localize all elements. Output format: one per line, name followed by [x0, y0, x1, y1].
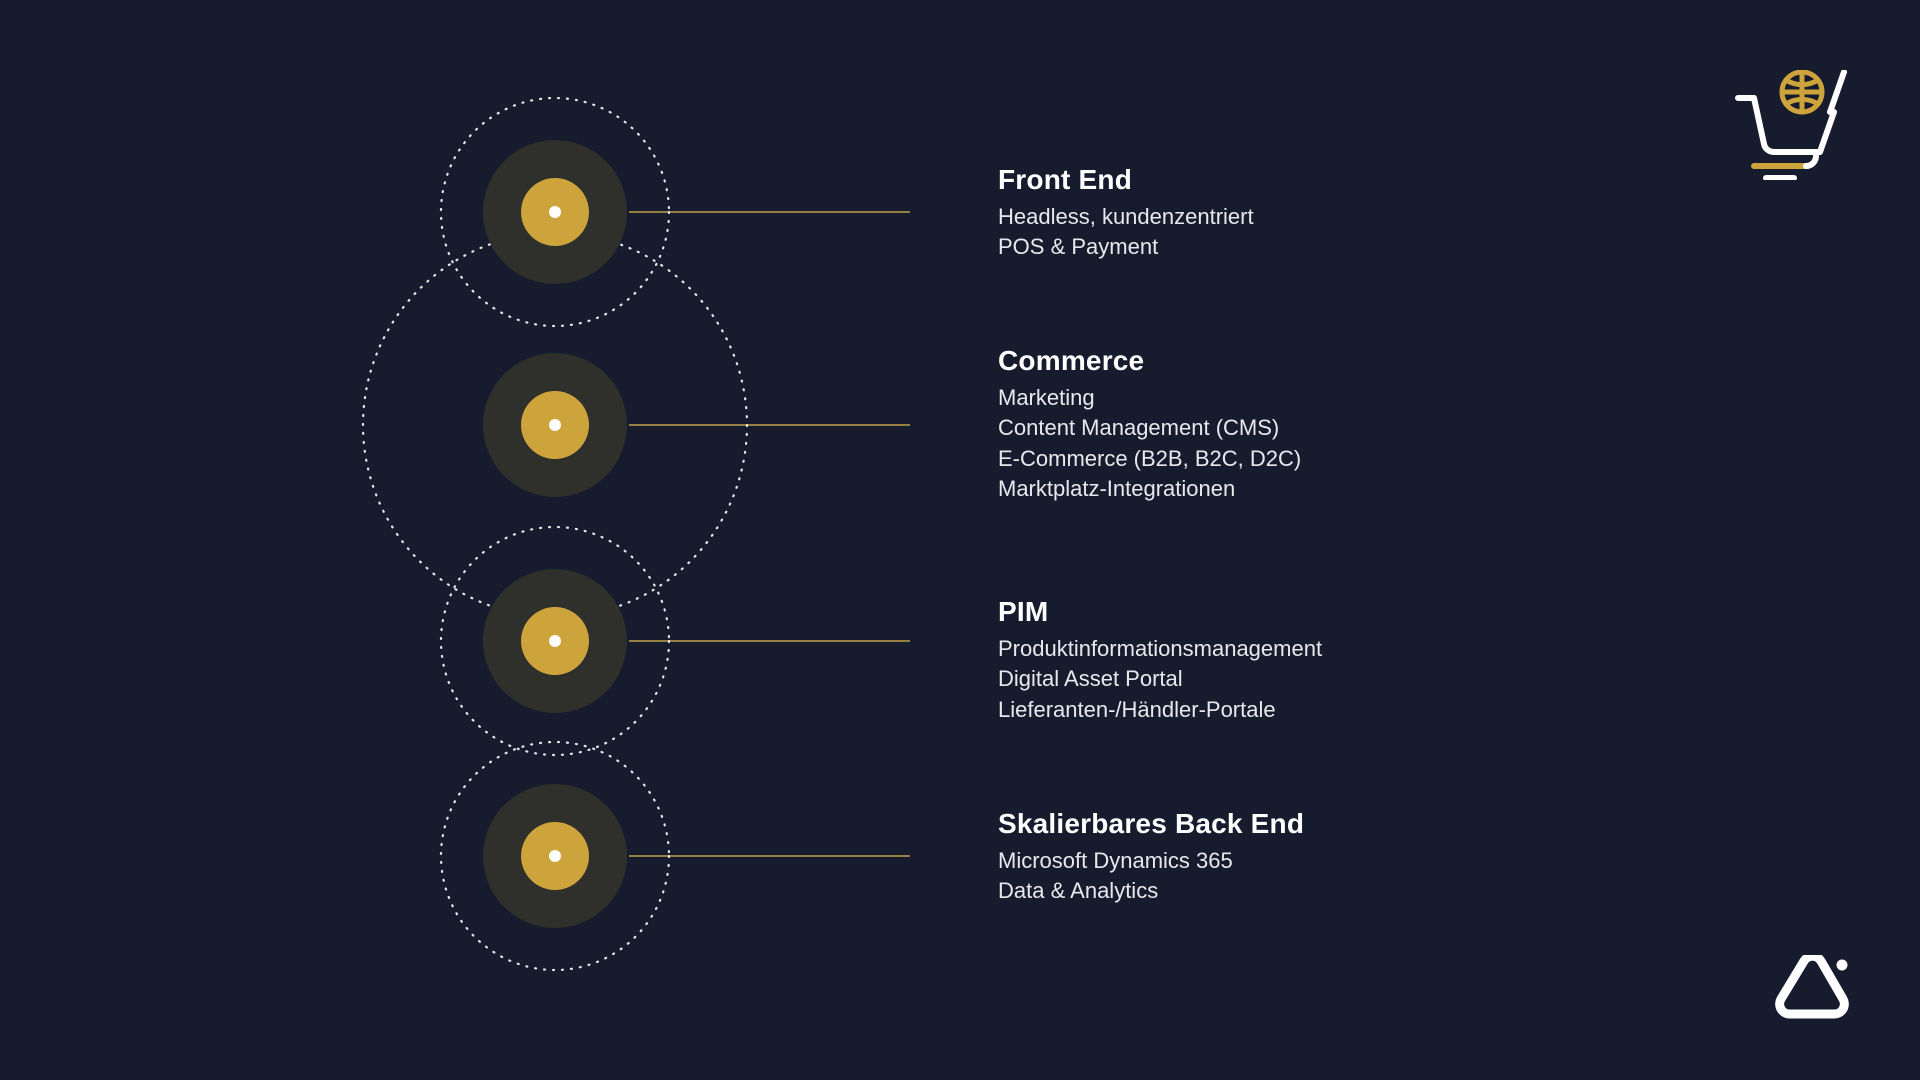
layer-detail: Digital Asset Portal	[998, 664, 1698, 694]
layer-title: Commerce	[998, 345, 1698, 377]
layer-detail: Marketing	[998, 383, 1698, 413]
layer-label: PIM ProduktinformationsmanagementDigital …	[998, 596, 1698, 725]
cart-globe-icon	[1730, 70, 1850, 185]
layer-title: Skalierbares Back End	[998, 808, 1698, 840]
node-center-dot	[549, 635, 561, 647]
layer-detail: Lieferanten-/Händler-Portale	[998, 695, 1698, 725]
layer-detail: Headless, kundenzentriert	[998, 202, 1698, 232]
layer-detail: POS & Payment	[998, 232, 1698, 262]
layer-detail: Content Management (CMS)	[998, 413, 1698, 443]
layer-label: Commerce MarketingContent Management (CMS…	[998, 345, 1698, 504]
layer-detail: Marktplatz-Integrationen	[998, 474, 1698, 504]
layer-detail: Data & Analytics	[998, 876, 1698, 906]
triangle-logo-icon	[1770, 955, 1850, 1030]
node-center-dot	[549, 206, 561, 218]
layer-detail: Produktinformationsmanagement	[998, 634, 1698, 664]
layer-title: Front End	[998, 164, 1698, 196]
commerce-architecture-diagram: Front End Headless, kundenzentriertPOS & …	[0, 0, 1920, 1080]
layer-detail: Microsoft Dynamics 365	[998, 846, 1698, 876]
node-center-dot	[549, 850, 561, 862]
node-center-dot	[549, 419, 561, 431]
layer-label: Front End Headless, kundenzentriertPOS & …	[998, 164, 1698, 263]
layer-detail: E-Commerce (B2B, B2C, D2C)	[998, 444, 1698, 474]
diagram-canvas	[0, 0, 1920, 1080]
layer-label: Skalierbares Back End Microsoft Dynamics …	[998, 808, 1698, 907]
layer-title: PIM	[998, 596, 1698, 628]
